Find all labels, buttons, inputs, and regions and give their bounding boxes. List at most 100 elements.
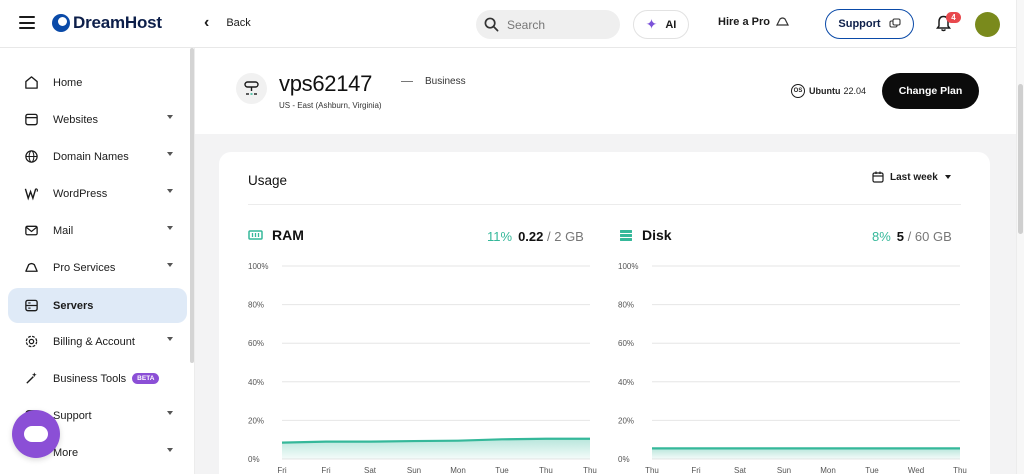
ram-percent: 11%: [487, 229, 513, 244]
calendar-icon: [872, 171, 884, 183]
disk-title: Disk: [619, 227, 672, 243]
ram-title: RAM: [248, 227, 304, 243]
sidebar-item-websites[interactable]: Websites: [8, 102, 187, 137]
sidebar-item-pro-services[interactable]: Pro Services: [8, 250, 187, 285]
sidebar-item-wordpress[interactable]: WordPress: [8, 176, 187, 211]
page-scrollbar-thumb[interactable]: [1018, 84, 1023, 234]
sidebar-item-mail[interactable]: Mail: [8, 213, 187, 248]
disk-stat: 8% 5 / 60 GB: [872, 229, 952, 244]
sidebar-item-label: Billing & Account: [53, 335, 135, 348]
globe-icon: [23, 149, 39, 165]
ai-button[interactable]: ✦ AI: [633, 10, 689, 39]
top-bar: DreamHost ‹ Back ✦ AI Hire a Pro Support…: [0, 0, 1024, 48]
back-label: Back: [226, 17, 251, 29]
ram-y-tick-label: 60%: [248, 339, 264, 348]
sidebar-item-label: Home: [53, 76, 83, 89]
server-location: US - East (Ashburn, Virginia): [279, 101, 382, 110]
hire-label: Hire a Pro: [718, 16, 770, 28]
brand-name: DreamHost: [73, 13, 162, 32]
disk-used: 5: [896, 229, 905, 244]
back-button[interactable]: ‹ Back: [204, 14, 251, 31]
ram-x-tick-label: Mon: [450, 466, 466, 474]
disk-chart: 100% 80% 60% 40% 20% 0% Thu Fri Sat Sun Mon Tue Wed T…: [614, 256, 967, 474]
caret-down-icon[interactable]: [167, 226, 173, 230]
server-icon: [23, 298, 39, 314]
os-version: 22.04: [843, 86, 867, 96]
ram-x-tick-label: Fri: [277, 466, 287, 474]
hire-a-pro-link[interactable]: Hire a Pro: [718, 16, 789, 28]
caret-down-icon[interactable]: [167, 337, 173, 341]
brand-logo[interactable]: DreamHost: [52, 13, 162, 33]
disk-x-tick-label: Sun: [777, 466, 791, 474]
sidebar-item-domain-names[interactable]: Domain Names: [8, 139, 187, 174]
support-label: Support: [838, 18, 881, 30]
menu-icon[interactable]: [19, 16, 35, 30]
ram-x-tick-label: Tue: [495, 466, 509, 474]
sidebar-item-label: WordPress: [53, 187, 108, 200]
disk-area: [652, 448, 960, 459]
change-plan-button[interactable]: Change Plan: [882, 73, 979, 109]
disk-title-label: Disk: [642, 227, 672, 243]
server-icon: [236, 73, 267, 104]
ram-x-tick-label: Sat: [364, 466, 377, 474]
chat-widget-button[interactable]: [12, 410, 60, 458]
server-plan: Business: [425, 76, 466, 87]
sidebar-scrollbar[interactable]: [190, 48, 194, 363]
sidebar-item-label: Websites: [53, 113, 99, 126]
caret-down-icon[interactable]: [167, 152, 173, 156]
wordpress-icon: [23, 186, 39, 202]
sidebar-item-billing-account[interactable]: Billing & Account: [8, 324, 187, 359]
caret-down-icon[interactable]: [167, 411, 173, 415]
caret-down-icon[interactable]: [167, 189, 173, 193]
sidebar-item-label: Mail: [53, 224, 74, 237]
browser-icon: [23, 112, 39, 128]
ram-x-tick-label: Thu: [539, 466, 553, 474]
disk-y-tick-label: 20%: [618, 416, 634, 425]
ram-x-tick-label: Thu: [583, 466, 597, 474]
sidebar-item-servers[interactable]: Servers: [8, 288, 187, 323]
magic-wand-icon: [23, 371, 39, 387]
ram-y-tick-label: 40%: [248, 378, 264, 387]
page-scrollbar[interactable]: [1016, 0, 1024, 474]
date-range-dropdown[interactable]: Last week: [872, 171, 951, 183]
divider: [401, 81, 413, 82]
server-name: vps62147: [279, 71, 373, 96]
os-icon: OS: [791, 84, 805, 98]
notification-badge: 4: [946, 12, 961, 23]
ram-y-tick-label: 20%: [248, 416, 264, 425]
ram-used: 0.22: [518, 229, 544, 244]
disk-y-tick-label: 60%: [618, 339, 634, 348]
disk-y-tick-label: 40%: [618, 378, 634, 387]
disk-x-tick-label: Tue: [865, 466, 879, 474]
os-info: OS Ubuntu 22.04: [791, 84, 866, 98]
caret-down-icon[interactable]: [167, 448, 173, 452]
disk-x-tick-label: Thu: [645, 466, 659, 474]
disk-y-tick-label: 0%: [618, 455, 630, 464]
support-button[interactable]: Support: [825, 9, 914, 39]
avatar[interactable]: [975, 12, 1000, 37]
caret-down-icon[interactable]: [167, 263, 173, 267]
ram-y-tick-label: 80%: [248, 301, 264, 310]
ram-x-tick-label: Fri: [321, 466, 331, 474]
ram-title-label: RAM: [272, 227, 304, 243]
sidebar-item-label: More: [53, 446, 79, 459]
ram-stat: 11% 0.22 / 2 GB: [487, 229, 584, 244]
disk-x-tick-label: Fri: [691, 466, 701, 474]
ai-label: AI: [665, 18, 677, 31]
search-box[interactable]: [476, 10, 620, 39]
disk-icon: [619, 229, 633, 242]
dreamhost-logo-icon: [52, 14, 70, 32]
search-input[interactable]: [507, 17, 607, 32]
ram-icon: [248, 229, 263, 241]
disk-x-tick-label: Thu: [953, 466, 967, 474]
caret-down-icon[interactable]: [167, 115, 173, 119]
sidebar-item-label: Business Tools: [53, 372, 127, 385]
sidebar-item-home[interactable]: Home: [8, 65, 187, 100]
disk-x-tick-label: Mon: [820, 466, 836, 474]
gear-icon: [23, 334, 39, 350]
ram-total: / 2 GB: [547, 229, 584, 244]
chevron-left-icon: ‹: [204, 14, 210, 31]
hat-icon: [775, 17, 789, 26]
sidebar-item-business-tools[interactable]: Business Tools BETA: [8, 361, 187, 396]
search-icon: [484, 17, 499, 32]
